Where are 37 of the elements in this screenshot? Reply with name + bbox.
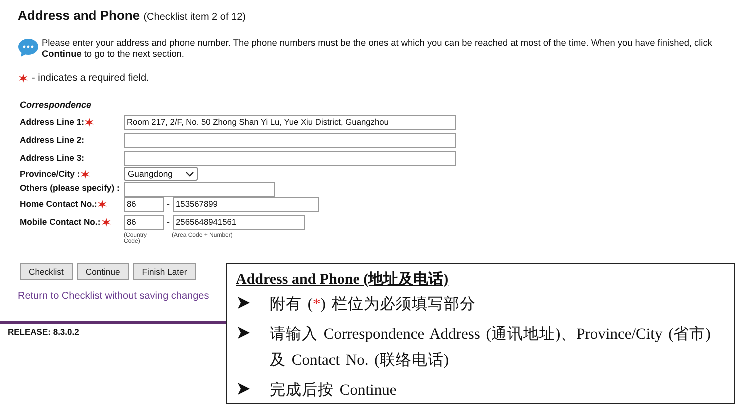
separator-text: -	[167, 217, 170, 227]
separator-text: -	[167, 199, 170, 209]
release-text: RELEASE: 8.3.0.2	[8, 327, 80, 337]
field-label: Province/City :	[20, 169, 80, 179]
field-label: Address Line 1:	[20, 117, 84, 127]
country-code-field[interactable]: 86	[124, 214, 164, 230]
field-label: Mobile Contact No.:	[20, 217, 101, 227]
form-button[interactable]: Checklist	[20, 263, 73, 280]
bullet-arrow-icon	[238, 297, 250, 309]
field-label: Address Line 3:	[20, 153, 84, 163]
address-field[interactable]: Room 217, 2/F, No. 50 Zhong Shan Yi Lu, Yue Xiu District, Guangzhou	[124, 114, 456, 130]
field-label: Address Line 2:	[20, 135, 84, 145]
instructions-text: Please enter your address and phone number. The phone numbers must be the ones at which you can be reached at most of the time. When you have finished, click Continue to go to the next section.	[42, 38, 714, 60]
chat-bubble-icon	[18, 38, 39, 58]
country-code-field[interactable]: 86	[124, 196, 164, 212]
legend-text: - indicates a required field.	[32, 73, 150, 84]
required-icon	[19, 74, 28, 83]
caret-icon	[186, 172, 194, 176]
bullet-arrow-icon	[238, 327, 250, 339]
input-field[interactable]	[124, 182, 275, 196]
form-button[interactable]: Finish Later	[133, 263, 196, 280]
note-text: 请输入 Correspondence Address (通讯地址)、Province/City (省市) 及 Contact No. (联络电话)	[270, 325, 712, 371]
field-label: Others (please specify) :	[20, 183, 120, 193]
address-field[interactable]	[124, 132, 456, 148]
return-link[interactable]: Return to Checklist without saving changes	[18, 291, 210, 302]
province-dropdown[interactable]: Guangdong	[124, 167, 198, 181]
form-button[interactable]: Continue	[76, 263, 130, 280]
bullet-arrow-icon	[238, 383, 250, 395]
address-field[interactable]	[124, 150, 456, 166]
section-heading: Correspondence	[19, 100, 93, 110]
note-text: 附有 (*) 栏位为必须填写部分	[270, 295, 476, 315]
field-label: Home Contact No.:	[20, 199, 98, 209]
phone-number-field[interactable]: 153567899	[173, 196, 319, 212]
note-title: Address and Phone (地址及电话)	[236, 270, 449, 289]
page-title: Address and Phone (Checklist item 2 of 12)	[18, 8, 247, 23]
phone-number-field[interactable]: 2565648941561	[173, 214, 305, 230]
note-text: 完成后按 Continue	[270, 381, 397, 401]
